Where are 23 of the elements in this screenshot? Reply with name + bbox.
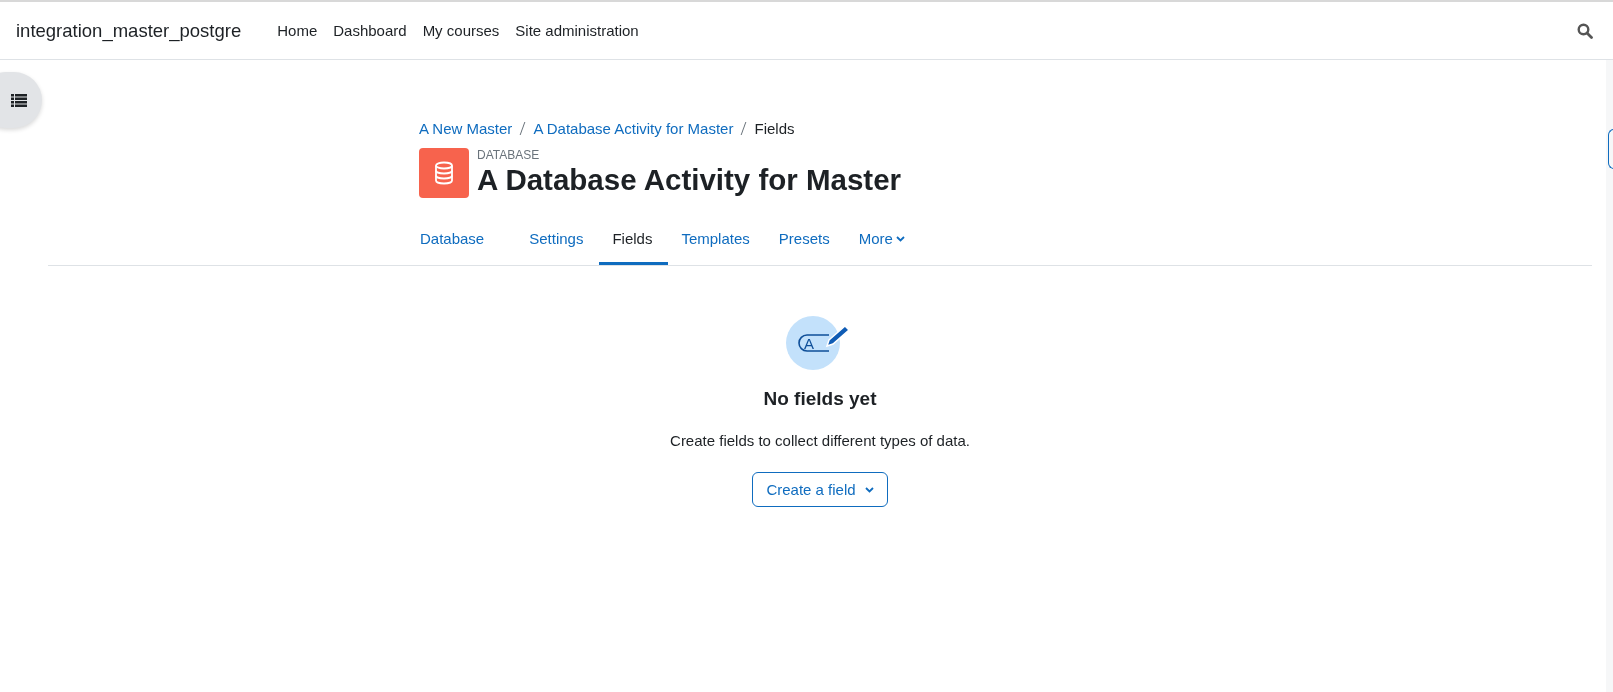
- nav-link[interactable]: Home: [277, 22, 318, 39]
- database-module-icon: [419, 148, 469, 198]
- more-menu-tab[interactable]: More: [845, 220, 921, 265]
- create-field-button[interactable]: Create a field: [752, 472, 888, 507]
- search-icon[interactable]: [1577, 22, 1593, 39]
- empty-state-heading: No fields yet: [763, 388, 877, 410]
- breadcrumb-current: Fields: [754, 119, 795, 137]
- page-title: A Database Activity for Master: [477, 162, 902, 198]
- empty-state-message: Create fields to collect different types of data.: [670, 432, 970, 449]
- nav-tab[interactable]: Templates: [668, 220, 766, 265]
- list-icon: [11, 93, 27, 107]
- nav-tab[interactable]: Database: [419, 220, 517, 265]
- caret-icon: [895, 235, 905, 242]
- nav-tab[interactable]: Settings: [516, 220, 600, 265]
- breadcrumb-link[interactable]: A Database Activity for Master: [533, 119, 734, 137]
- module-type-label: DATABASE: [477, 148, 541, 162]
- breadcrumb-link[interactable]: A New Master: [419, 119, 513, 137]
- nav-link[interactable]: Site administration: [515, 22, 639, 39]
- site-name[interactable]: integration_master_postgre: [16, 19, 242, 42]
- nav-link[interactable]: Dashboard: [333, 22, 407, 39]
- caret-icon: [864, 486, 874, 493]
- nav-tab[interactable]: Presets: [765, 220, 846, 265]
- nav-link[interactable]: My courses: [422, 22, 500, 39]
